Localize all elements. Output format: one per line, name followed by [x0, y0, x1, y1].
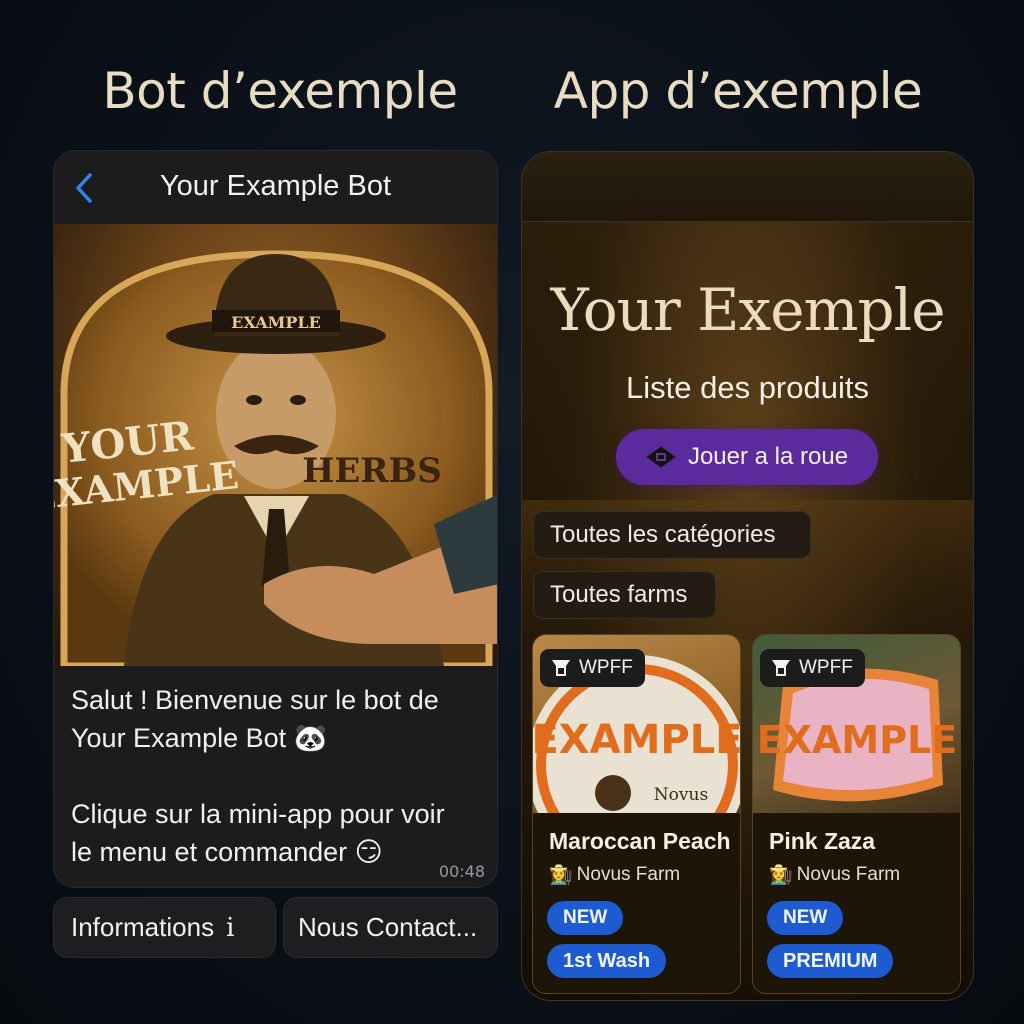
product-name: Maroccan Peach — [549, 828, 731, 854]
product-card[interactable]: EXAMPLE Novus WPFF Maroccan Peach 👩‍🌾 No… — [532, 634, 741, 994]
product-farm: 👩‍🌾 Novus Farm — [769, 863, 900, 887]
app-subtitle: Liste des produits — [626, 370, 869, 405]
farm-filter[interactable]: Toutes farms — [533, 571, 716, 619]
product-farm: 👩‍🌾 Novus Farm — [549, 863, 680, 887]
product-image: EXAMPLE Novus WPFF — [533, 635, 740, 813]
app-heading: App d’exemple — [553, 62, 923, 120]
tag-premium: PREMIUM — [767, 944, 894, 978]
farm-emoji-icon: 👩‍🌾 — [549, 865, 573, 886]
farm-filter-label: Toutes farms — [550, 581, 688, 608]
mini-app-card: Your Exemple Liste des produits Jouer a … — [521, 151, 974, 1001]
ticket-icon — [646, 446, 676, 468]
hat-label: EXAMPLE — [231, 313, 321, 332]
grade-label: WPFF — [799, 657, 853, 678]
informations-button[interactable]: Informations i — [53, 897, 276, 958]
product-label-text: EXAMPLE — [533, 717, 740, 763]
product-farm-label: Novus Farm — [796, 864, 901, 885]
product-info: Pink Zaza 👩‍🌾 Novus Farm NEW PREMIUM — [753, 813, 960, 993]
product-farm-label: Novus Farm — [576, 864, 681, 885]
informations-label: Informations — [71, 912, 215, 942]
tag-1st-wash: 1st Wash — [547, 944, 667, 978]
message-timestamp: 00:48 — [438, 862, 485, 881]
bot-welcome-image: EXAMPLE YOUR EXAMPLE HERBS — [54, 224, 497, 666]
product-label-subtext: Novus — [654, 785, 708, 805]
extraction-icon — [552, 660, 570, 676]
message-instruction: Clique sur la mini-app pour voir le menu… — [71, 799, 445, 867]
grade-label: WPFF — [579, 657, 633, 678]
grade-badge: WPFF — [540, 649, 645, 687]
category-filter[interactable]: Toutes les catégories — [533, 511, 811, 559]
contact-button[interactable]: Nous Contact... — [283, 897, 498, 958]
product-card[interactable]: EXAMPLE WPFF Pink Zaza 👩‍🌾 Novus Farm NE… — [752, 634, 961, 994]
herbs-label: HERBS — [302, 451, 442, 491]
product-name: Pink Zaza — [769, 828, 876, 854]
tag-new: NEW — [767, 901, 844, 935]
spin-wheel-label: Jouer a la roue — [687, 443, 849, 470]
contact-label: Nous Contact... — [298, 912, 478, 942]
chat-header: Your Example Bot — [54, 151, 497, 224]
app-top-bar — [522, 152, 973, 222]
product-image: EXAMPLE WPFF — [753, 635, 960, 813]
grade-badge: WPFF — [760, 649, 865, 687]
chat-title: Your Example Bot — [159, 170, 392, 202]
message-greeting: Salut ! Bienvenue sur le bot de Your Exa… — [71, 685, 439, 753]
bot-heading: Bot d’exemple — [102, 62, 458, 120]
tag-new: NEW — [547, 901, 624, 935]
info-icon: i — [226, 912, 235, 943]
bot-welcome-message: Salut ! Bienvenue sur le bot de Your Exa… — [71, 681, 485, 871]
app-title: Your Exemple — [550, 276, 945, 344]
bot-chat-card: Your Example Bot EXAMPLE YOUR EXAMPLE HE… — [53, 150, 498, 888]
farm-emoji-icon: 👩‍🌾 — [769, 865, 793, 886]
extraction-icon — [772, 660, 790, 676]
product-label-text: EXAMPLE — [757, 718, 958, 762]
category-filter-label: Toutes les catégories — [550, 521, 776, 548]
spin-wheel-button[interactable]: Jouer a la roue — [616, 429, 878, 485]
product-info: Maroccan Peach 👩‍🌾 Novus Farm NEW 1st Wa… — [533, 813, 740, 993]
